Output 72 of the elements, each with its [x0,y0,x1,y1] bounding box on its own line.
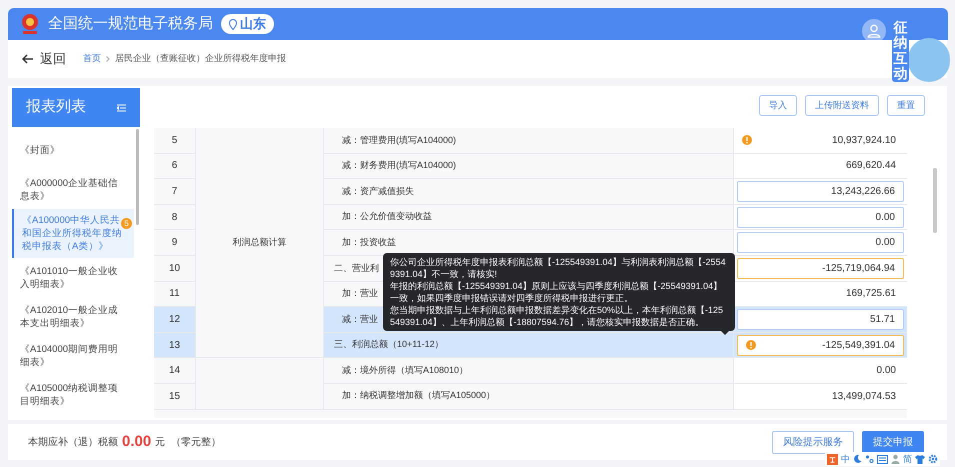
item-label-cell: 减：财务费用(填写A104000) [324,154,734,180]
amount-cell-text: 669,620.44 [846,159,897,174]
location-pin-icon [229,18,237,30]
person-icon[interactable] [891,454,900,464]
ime-logo-icon[interactable] [827,454,838,464]
item-label-cell: 加：公允价值变动收益 [324,204,734,230]
breadcrumb-link[interactable]: 首页 [83,52,101,66]
chevron-right-icon [106,56,110,62]
form-list-item[interactable]: 《A104000期间费用明细表》 [12,336,134,375]
amount-cell-text: 10,937,924.10 [832,134,897,148]
row-number-cell: 6 [154,154,196,180]
form-list-item[interactable]: 《A102010一般企业成本支出明细表》 [12,297,134,336]
tax-due-label: 本期应补（退）税额 [28,436,118,450]
amount-cell-text: 169,725.61 [846,287,897,302]
currency-unit: 元 [155,436,166,450]
form-list-item[interactable]: 《A000000企业基础信息表》 [12,170,134,209]
item-label-cell: 加：投资收益 [324,230,734,256]
site-title: 全国统一规范电子税务局 [48,14,213,34]
emblem-icon [20,13,40,35]
back-arrow-icon [22,54,34,64]
amount-cell-text: 0.00 [876,364,897,378]
item-label-cell: 减：境外所得（填写A108010） [324,358,734,384]
shirt-icon[interactable] [915,454,925,464]
ime-mode-toggle[interactable]: 中 [841,454,850,464]
sidebar-title: 报表列表 [26,97,86,118]
gear-icon[interactable] [928,454,938,464]
moon-icon[interactable] [853,454,862,464]
toolbar-button[interactable]: 重置 [887,95,925,116]
region-selector[interactable]: 山东 [221,14,274,34]
amount-field[interactable]: 13,243,226.66 [737,180,904,202]
toolbar-button[interactable]: 导入 [759,95,797,116]
row-number-cell: 8 [154,204,196,230]
form-list-item[interactable]: 《A105000纳税调整项目明细表》 [12,375,134,414]
amount-field[interactable]: 51.71 [737,308,904,330]
row-number-cell: 10 [154,256,196,282]
form-list-item[interactable]: 《A100000中华人民共和国企业所得税年度纳税申报表（A类）》 5 [12,209,134,258]
keyboard-icon[interactable] [877,454,888,464]
item-label-cell: 减：管理费用(填写A104000) [324,128,734,154]
row-number-cell: 7 [154,179,196,205]
back-button[interactable]: 返回 [22,49,66,69]
row-number-cell: 13 [154,332,196,358]
item-label-cell: 加：纳税调整增加额（填写A105000） [324,384,734,410]
menu-icon[interactable] [117,104,126,112]
scrollbar-thumb[interactable] [136,129,139,225]
row-number-cell: 9 [154,230,196,256]
form-list-item[interactable]: 《封面》 [12,131,134,170]
group-cell: 利润总额计算 [196,128,324,358]
form-list-item[interactable]: 《A101010一般企业收入明细表》 [12,258,134,297]
item-label-cell: 减：资产减值损失 [324,179,734,205]
amount-field[interactable]: 0.00 [737,206,904,228]
amount-field[interactable]: -125,549,391.04 [737,334,904,356]
footer-button[interactable]: 提交申报 [862,430,924,454]
tooltip-text: 年报的利润总额【-125549391.04】原则上应该与四季度利润总额【-25549391.04】一致，如果四季度申报错误请对四季度所得税申报进行更正。 [390,280,724,304]
toolbar-button[interactable]: 上传附送资料 [805,95,879,116]
row-number-cell: 11 [154,282,196,308]
footer-button[interactable]: 风险提示服务 [772,430,854,454]
amount-cell-text: 13,499,074.53 [832,390,897,404]
amount-field[interactable]: 0.00 [737,232,904,254]
tooltip-text: 你公司企业所得税年度申报表利润总额【-125549391.04】与利润表利润总额【-25549391.04】不一致，请核实! [390,256,727,280]
row-number-cell: 15 [154,384,196,410]
punctuation-icon[interactable] [865,454,874,464]
row-number-cell: 12 [154,307,196,333]
ime-script-toggle[interactable]: 简 [903,454,912,464]
scrollbar-thumb[interactable] [933,168,937,233]
tax-due-amount: 0.00 [122,432,152,452]
row-number-cell: 5 [154,128,196,154]
amount-field[interactable]: -125,719,064.94 [737,258,904,279]
item-label-cell: 三、利润总额（10+11-12） [324,332,734,358]
count-badge: 5 [121,218,132,229]
breadcrumb-link[interactable]: 居民企业（查账征收）企业所得税年度申报 [115,52,286,66]
row-number-cell: 14 [154,358,196,384]
amount-in-words: （零元整） [171,436,222,450]
